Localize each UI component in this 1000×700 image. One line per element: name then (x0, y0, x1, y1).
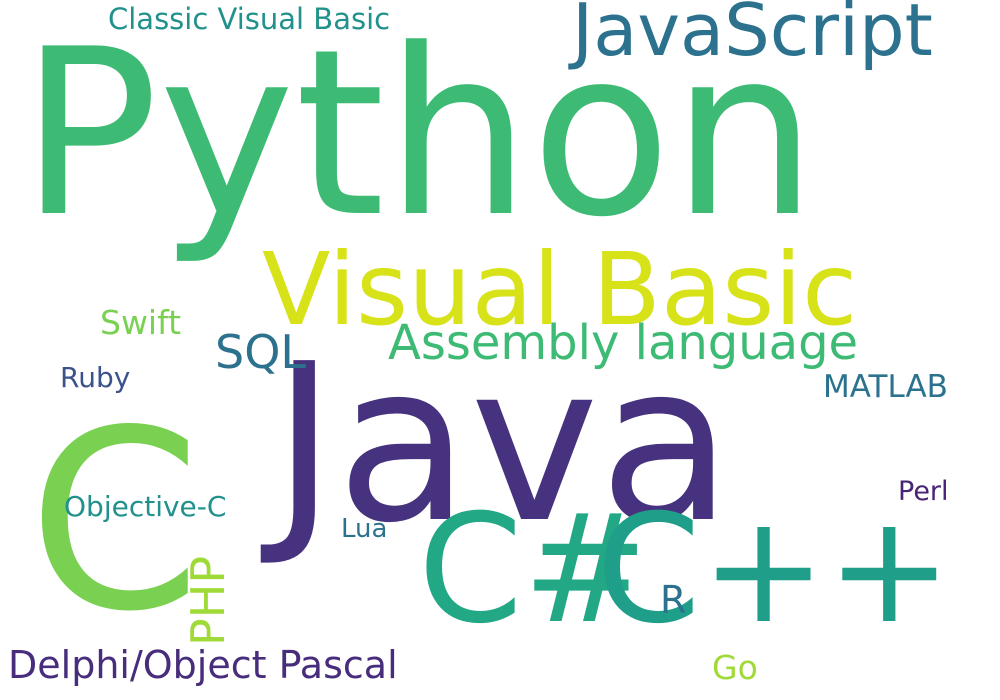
word-lua: Lua (341, 514, 388, 544)
word-javascript: JavaScript (572, 0, 933, 72)
word-assembly-language: Assembly language (388, 315, 859, 371)
word-perl: Perl (898, 476, 949, 507)
word-sql: SQL (215, 325, 307, 379)
word-classic-visual-basic: Classic Visual Basic (108, 2, 391, 36)
word-ruby: Ruby (60, 361, 131, 394)
word-go: Go (712, 648, 758, 687)
word-cpp: C++ (596, 483, 953, 657)
word-matlab: MATLAB (823, 369, 948, 405)
word-r: R (660, 578, 687, 622)
word-swift: Swift (100, 303, 182, 342)
word-cloud: Python Visual Basic Java JavaScript C C#… (0, 0, 1000, 700)
word-objective-c: Objective-C (64, 490, 227, 523)
word-php: PHP (181, 555, 235, 646)
word-delphi-object-pascal: Delphi/Object Pascal (8, 643, 398, 687)
